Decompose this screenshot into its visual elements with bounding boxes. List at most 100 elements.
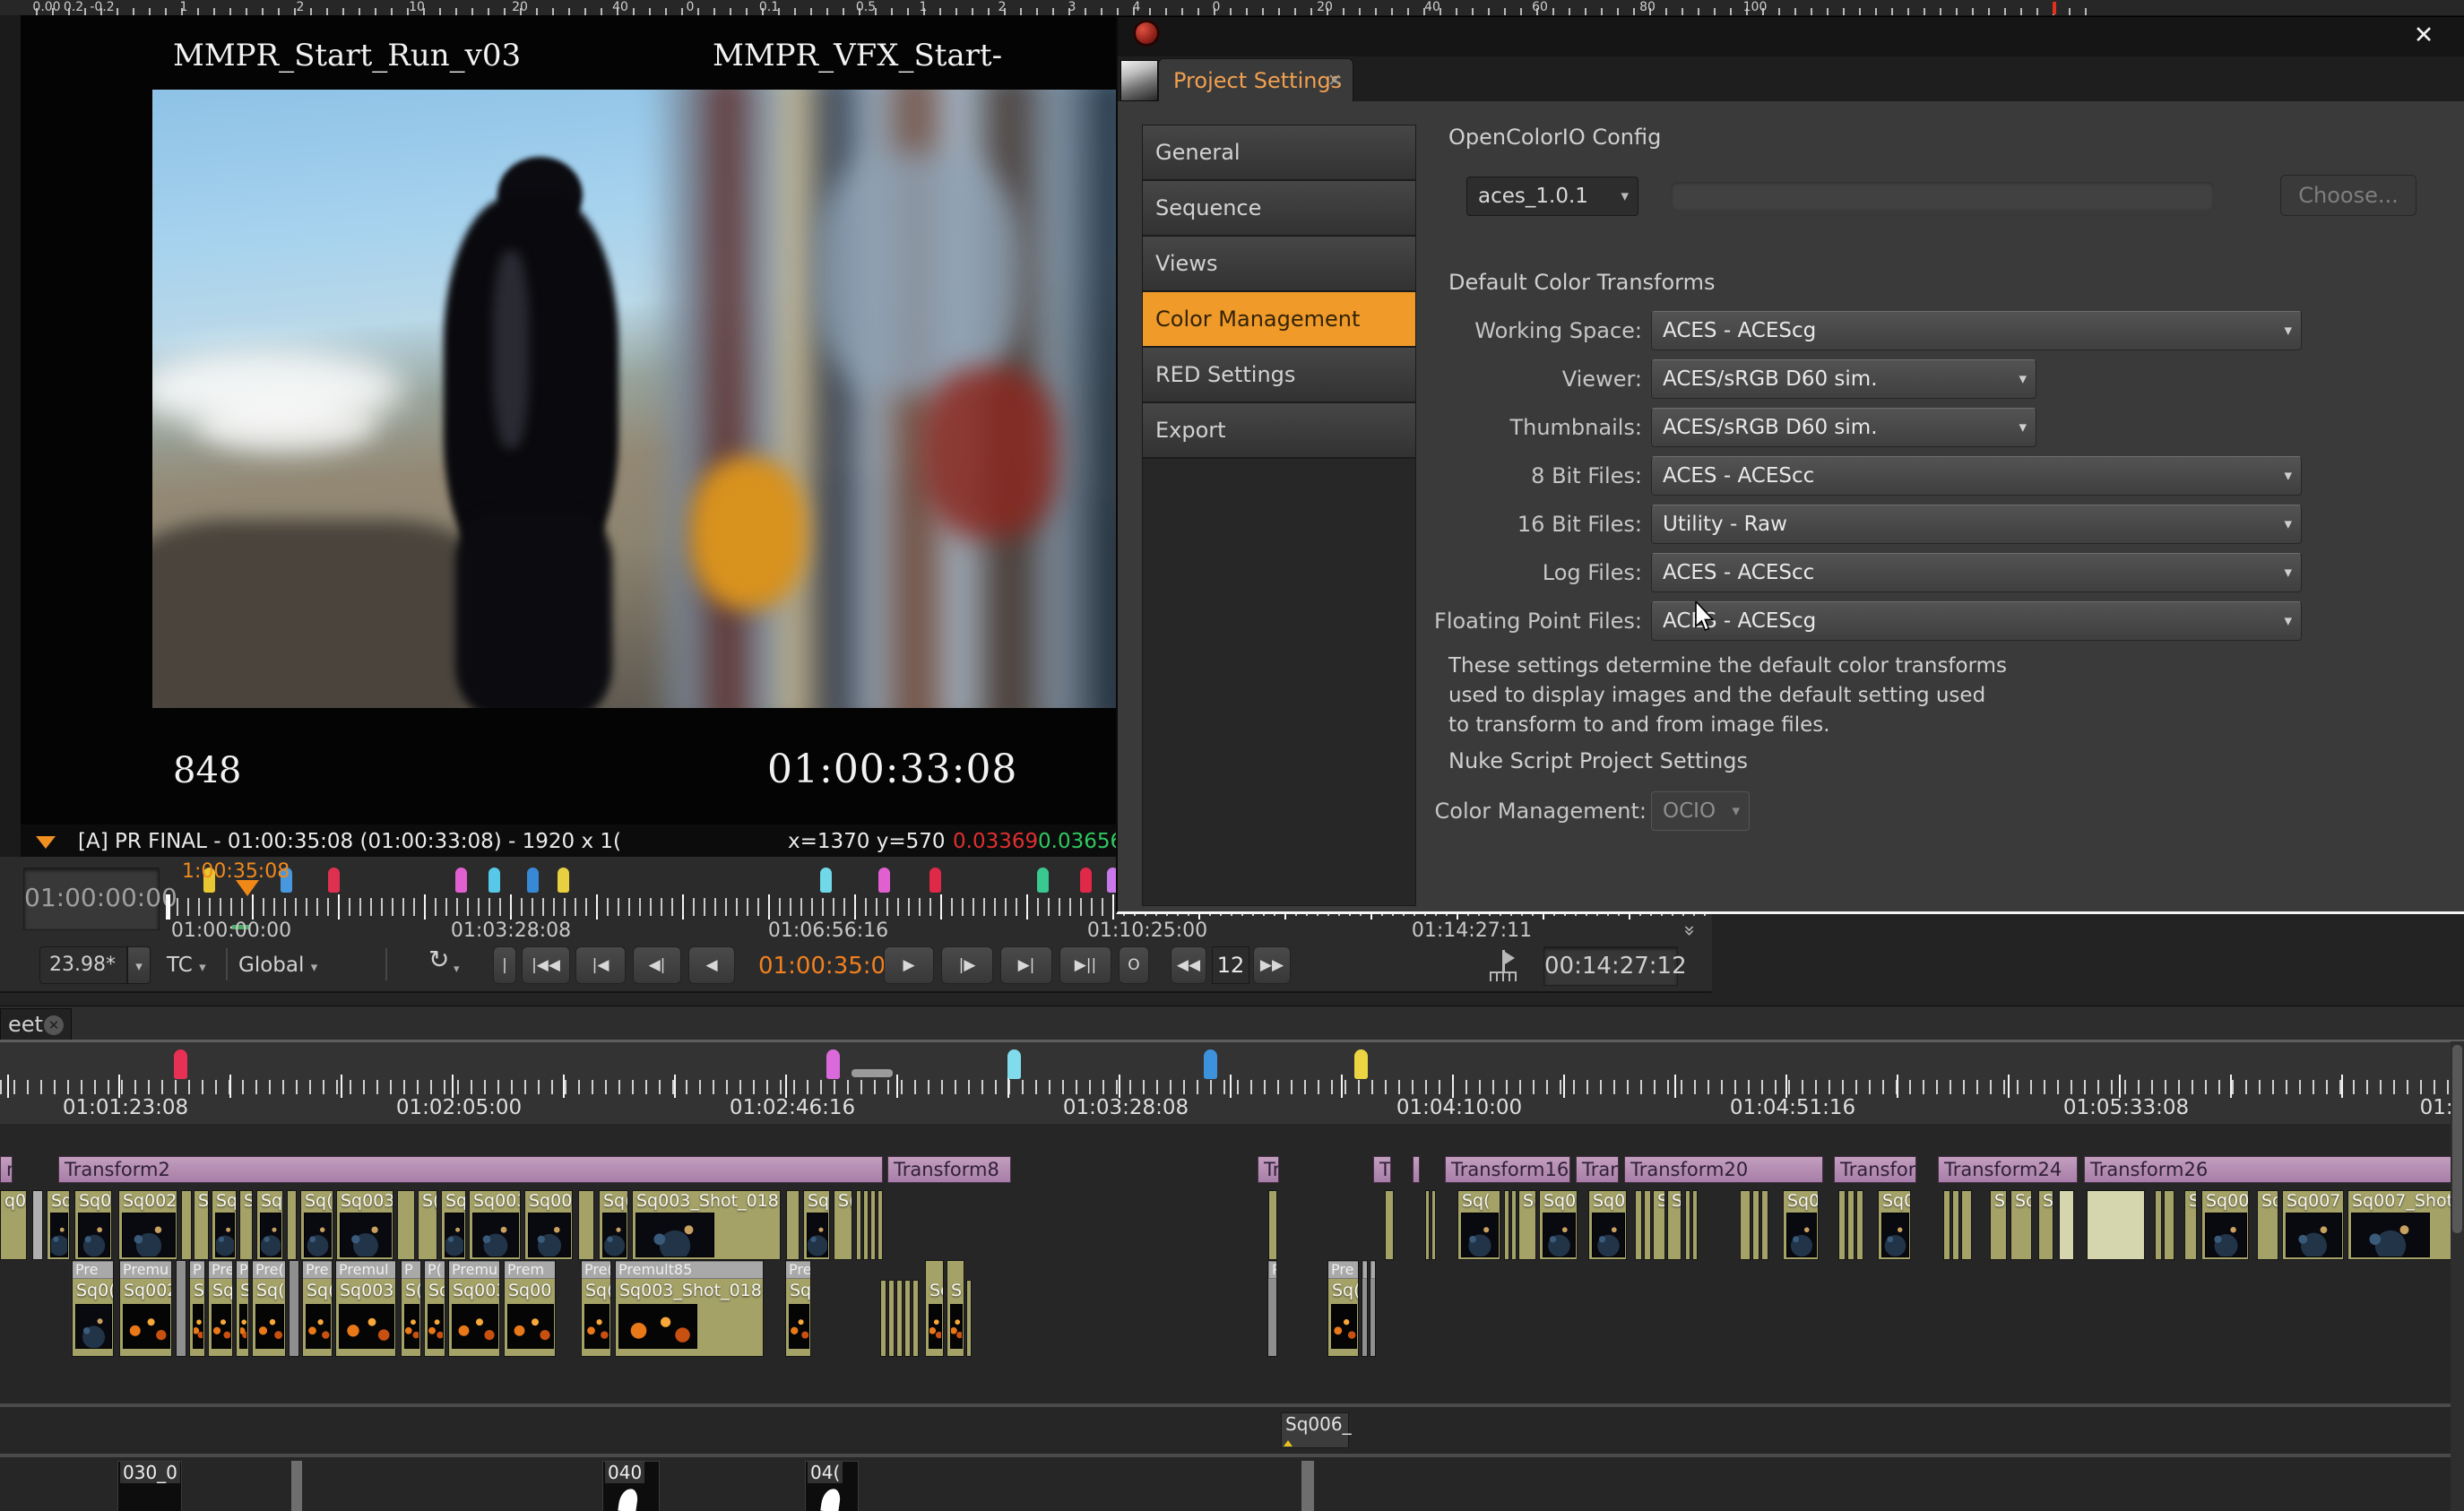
timeline-clip[interactable]: PS: [189, 1260, 205, 1357]
timeline-marker[interactable]: [1080, 868, 1092, 893]
timeline-marker[interactable]: [1037, 868, 1049, 893]
timeline-clip[interactable]: [1301, 1461, 1314, 1511]
timeline-clip[interactable]: Sq003: [469, 1190, 521, 1260]
timeline-clip[interactable]: S: [239, 1190, 253, 1260]
range-mode-dropdown[interactable]: Global ▾: [238, 946, 317, 986]
settings-tab-red-settings[interactable]: RED Settings: [1143, 348, 1415, 403]
timeline-marker[interactable]: [929, 868, 941, 893]
mark-in-button[interactable]: |: [493, 946, 516, 984]
timeline-clip[interactable]: [1952, 1190, 1959, 1260]
timeline-clip[interactable]: [1425, 1190, 1430, 1260]
fps-dropdown-caret[interactable]: ▾: [127, 946, 151, 984]
timeline-clip[interactable]: S(: [418, 1190, 437, 1260]
timeline-clip[interactable]: S(: [1990, 1190, 2007, 1260]
vertical-scrollbar-thumb[interactable]: [2452, 1045, 2462, 1233]
chevron-double-down-icon[interactable]: »: [1678, 925, 1700, 937]
timeline-clip[interactable]: [1740, 1190, 1751, 1260]
timeline-clip[interactable]: S(: [1518, 1190, 1536, 1260]
timeline-clip[interactable]: [287, 1190, 297, 1260]
timeline-clip[interactable]: S(: [834, 1190, 852, 1260]
timeline-ruler[interactable]: 01:01:23:08 01:02:05:00 01:02:46:16 01:03:2…: [0, 1040, 2464, 1127]
timeline-clip[interactable]: [1761, 1190, 1768, 1260]
timeline-clip[interactable]: Pre Sq(: [785, 1260, 811, 1357]
timeline-clip[interactable]: Prem Sq00: [504, 1260, 556, 1357]
timeline-marker[interactable]: [820, 868, 832, 893]
choose-button[interactable]: Choose...: [2280, 175, 2416, 216]
soft-effect-clip[interactable]: Transform2: [58, 1156, 883, 1183]
soft-effect-clip[interactable]: Transform16: [1445, 1156, 1570, 1183]
timeline-clip[interactable]: P(Sq: [424, 1260, 445, 1357]
next-edit-button[interactable]: ▶|: [1000, 946, 1052, 984]
timeline-marker[interactable]: [826, 1049, 840, 1079]
frame-step-field[interactable]: 12: [1212, 946, 1249, 984]
horizontal-scrollbar-fragment[interactable]: [852, 1069, 893, 1077]
timeline-clip[interactable]: S: [194, 1190, 209, 1260]
timeline-clip[interactable]: Sq0(: [74, 1190, 112, 1260]
fps-field[interactable]: 23.98*: [39, 946, 127, 984]
8-bit-files-dropdown[interactable]: ACES - ACEScc ▾: [1651, 456, 2302, 496]
timeline-clip[interactable]: q0(: [0, 1190, 27, 1260]
tc-mode-dropdown[interactable]: TC ▾: [167, 946, 206, 986]
play-from-start-button[interactable]: |▶: [941, 946, 993, 984]
timeline-clip[interactable]: Sq(: [599, 1190, 628, 1260]
working-space-dropdown[interactable]: ACES - ACEScg ▾: [1651, 311, 2302, 350]
timeline-clip[interactable]: PS: [236, 1260, 249, 1357]
timeline-clip[interactable]: Sq00: [524, 1190, 573, 1260]
soft-effect-clip[interactable]: Transform: [1834, 1156, 1916, 1183]
thumbnails-dropdown[interactable]: ACES/sRGB D60 sim. ▾: [1651, 408, 2036, 447]
timeline-clip[interactable]: [1685, 1190, 1690, 1260]
timeline-clip[interactable]: S: [1653, 1190, 1665, 1260]
timeline-clip[interactable]: S(: [2184, 1190, 2197, 1260]
timeline-clip[interactable]: [880, 1280, 886, 1357]
timeline-clip[interactable]: [1385, 1190, 1394, 1260]
timeline-clip[interactable]: [181, 1190, 192, 1260]
timeline-clip[interactable]: S: [947, 1260, 964, 1357]
timeline-clip[interactable]: [1511, 1190, 1517, 1260]
timeline-clip[interactable]: [1504, 1190, 1509, 1260]
timeline-clip[interactable]: Sq003: [336, 1190, 393, 1260]
go-to-start-button[interactable]: |◀◀: [522, 946, 570, 984]
timeline-clip[interactable]: Sq007_Shot_0: [2347, 1190, 2464, 1260]
timeline-marker[interactable]: [527, 868, 539, 893]
timeline-clip[interactable]: [1752, 1190, 1759, 1260]
timeline-clip[interactable]: [888, 1280, 895, 1357]
timeline-clip[interactable]: Sq: [47, 1190, 70, 1260]
close-icon[interactable]: ✕: [1327, 59, 1342, 102]
timeline-clip[interactable]: [1847, 1190, 1854, 1260]
timeline-marker[interactable]: [455, 868, 467, 893]
timeline-marker[interactable]: [1007, 1049, 1021, 1079]
timeline-clip[interactable]: P: [1267, 1260, 1277, 1357]
timeline-clip[interactable]: [1943, 1190, 1950, 1260]
timeline-clip[interactable]: [578, 1190, 594, 1260]
go-to-end-button[interactable]: ▶||: [1059, 946, 1111, 984]
skip-back-button[interactable]: ◀◀: [1171, 946, 1206, 984]
loop-mode-icon[interactable]: ↻: [428, 945, 449, 974]
dialog-title-bar[interactable]: ✕: [1118, 17, 2464, 58]
video-frame[interactable]: [152, 90, 1119, 708]
timeline-clip[interactable]: Sq006_: [1281, 1412, 1352, 1448]
timeline-clip[interactable]: Pre Sq0(: [72, 1260, 114, 1357]
mark-out-button[interactable]: O: [1119, 946, 1149, 984]
timeline-clip[interactable]: Premu Sq003: [448, 1260, 500, 1357]
timeline-clip[interactable]: [176, 1260, 186, 1357]
timeline-clip[interactable]: Pre Sq(: [302, 1260, 333, 1357]
timeline-clip[interactable]: [291, 1461, 302, 1511]
soft-effect-clip[interactable]: T(: [1373, 1156, 1391, 1183]
timeline-clip[interactable]: Sq: [256, 1190, 283, 1260]
viewer-dropdown[interactable]: ACES/sRGB D60 sim. ▾: [1651, 359, 2036, 399]
settings-tab-views[interactable]: Views: [1143, 237, 1415, 292]
timeline-clip[interactable]: [904, 1280, 911, 1357]
settings-tab-color-management[interactable]: Color Management: [1143, 292, 1415, 348]
soft-effect-clip[interactable]: [1413, 1156, 1420, 1183]
previous-edit-button[interactable]: |◀: [575, 946, 626, 984]
soft-effect-clip[interactable]: Transform20: [1624, 1156, 1823, 1183]
timeline-clip[interactable]: Premult85 Sq003_Shot_018: [615, 1260, 764, 1357]
timeline-marker[interactable]: [558, 868, 569, 893]
timeline-clip[interactable]: Pre Sq: [208, 1260, 233, 1357]
current-timecode[interactable]: 01:00:35:08: [758, 948, 901, 984]
settings-tab-general[interactable]: General: [1143, 125, 1415, 181]
timeline-clip[interactable]: Sq: [441, 1190, 466, 1260]
timeline-clip[interactable]: Sq0: [1588, 1190, 1627, 1260]
timeline-marker[interactable]: [174, 1049, 187, 1079]
timeline-clip[interactable]: Pre(Sq(: [252, 1260, 286, 1357]
